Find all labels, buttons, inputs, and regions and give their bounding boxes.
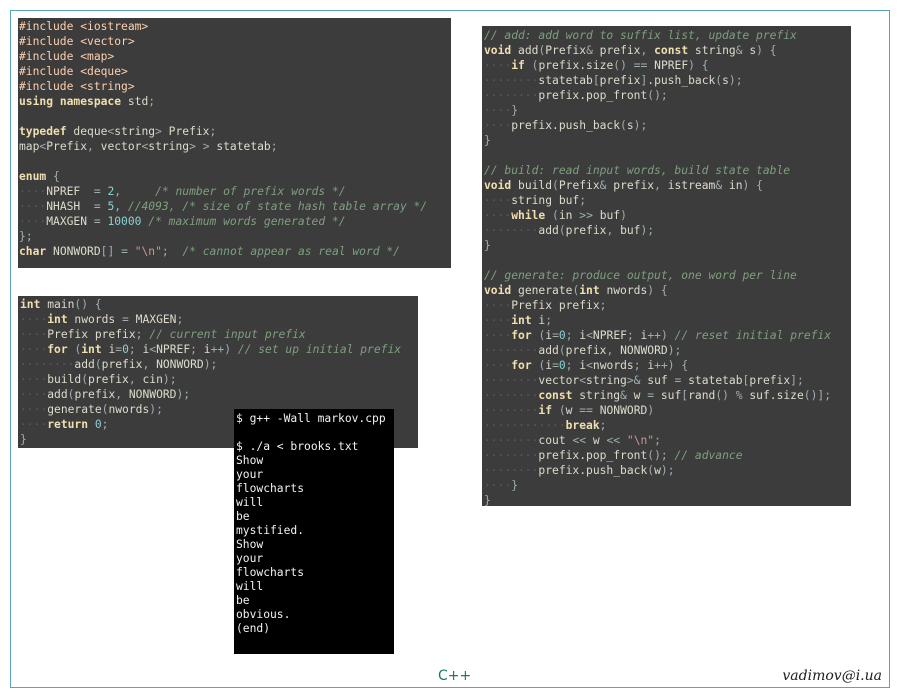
code-line: ········cout << w << "\n"; [484, 434, 661, 447]
code-line: ········prefix.pop_front(); [484, 89, 668, 102]
code-line: Show [236, 454, 264, 467]
code-line: int main() { [20, 298, 102, 311]
code-line: $ ./a < brooks.txt [236, 440, 359, 453]
code-line: $ g++ -Wall markov.cpp [236, 412, 386, 425]
terminal-listing: $ g++ -Wall markov.cpp $ ./a < brooks.txt… [236, 412, 394, 636]
code-line: } [484, 494, 491, 506]
author-email: vadimov@i.ua [782, 668, 882, 684]
code-line: #include <string> [19, 80, 135, 93]
code-line: ········if (w == NONWORD) [484, 404, 655, 417]
code-line: ········statetab[prefix].push_back(s); [484, 74, 743, 87]
code-line: ····while (in >> buf) [484, 209, 627, 222]
code-line: ············break; [484, 419, 607, 432]
code-line: your [236, 468, 264, 481]
code-line: #include <iostream> [19, 20, 149, 33]
code-line: void build(Prefix& prefix, istream& in) … [484, 179, 763, 192]
code-line: ····Prefix prefix; // current input pref… [20, 328, 306, 341]
code-line: ····NPREF = 2, /* number of prefix words… [19, 185, 346, 198]
code-line: ····build(prefix, cin); [20, 373, 177, 386]
code-line: ········add(prefix, NONWORD); [20, 358, 218, 371]
code-line: will [236, 580, 264, 593]
code-listing-includes: #include <iostream> #include <vector> #inc… [18, 18, 451, 259]
language-label: C++ [438, 668, 472, 684]
code-line: flowcharts [236, 566, 305, 579]
code-panel-functions: // add: add word to suffix list, update … [482, 26, 851, 506]
code-line: your [236, 552, 264, 565]
code-line: char NONWORD[] = "\n"; /* cannot appear … [19, 245, 400, 258]
code-line: // add: add word to suffix list, update … [484, 29, 797, 42]
code-line: mystified. [236, 524, 305, 537]
code-line: }; [19, 230, 33, 243]
code-line: ····if (prefix.size() == NPREF) { [484, 59, 709, 72]
code-line: be [236, 594, 250, 607]
code-line: ····Prefix prefix; [484, 299, 607, 312]
code-line: ········prefix.push_back(w); [484, 464, 675, 477]
code-line: ········prefix.pop_front(); // advance [484, 449, 743, 462]
code-line: typedef deque<string> Prefix; [19, 125, 217, 138]
code-line: ····add(prefix, NONWORD); [20, 388, 191, 401]
code-line: ····for (i=0; i<nwords; i++) { [484, 359, 689, 372]
code-listing-functions: // add: add word to suffix list, update … [482, 26, 851, 506]
code-line: ········add(prefix, NONWORD); [484, 344, 682, 357]
code-line: using namespace std; [19, 95, 156, 108]
code-line: enum { [19, 170, 60, 183]
code-line: ····for (int i=0; i<NPREF; i++) // set u… [20, 343, 402, 356]
code-line: ········vector<string>& suf = statetab[p… [484, 374, 804, 387]
code-line: ····} [484, 479, 519, 492]
terminal-output: $ g++ -Wall markov.cpp $ ./a < brooks.txt… [234, 409, 394, 654]
code-line: #include <deque> [19, 65, 128, 78]
code-line: // generate: produce output, one word pe… [484, 269, 797, 282]
code-line: } [484, 239, 491, 252]
code-line: ····NHASH = 5, //4093, /* size of state … [19, 200, 428, 213]
code-line: map<Prefix, vector<string> > statetab; [19, 140, 278, 153]
code-line: ····int i; [484, 314, 553, 327]
code-line: #include <vector> [19, 35, 135, 48]
code-panel-includes: #include <iostream> #include <vector> #inc… [18, 18, 451, 268]
code-line: void generate(int nwords) { [484, 284, 668, 297]
code-line: flowcharts [236, 482, 305, 495]
code-line: ····prefix.push_back(s); [484, 119, 648, 132]
code-line: ····string buf; [484, 194, 587, 207]
code-line: #include <map> [19, 50, 115, 63]
code-line: // build: read input words, build state … [484, 164, 791, 177]
code-line: will [236, 496, 264, 509]
code-line: } [484, 134, 491, 147]
code-line: void add(Prefix& prefix, const string& s… [484, 44, 777, 57]
code-line: ········const string& w = suf[rand() % s… [484, 389, 832, 402]
code-line: obvious. [236, 608, 291, 621]
code-line: ········add(prefix, buf); [484, 224, 655, 237]
code-line: (end) [236, 622, 271, 635]
code-line: ····MAXGEN = 10000 /* maximum words gene… [19, 215, 346, 228]
code-line: ····for (i=0; i<NPREF; i++) // reset ini… [484, 329, 832, 342]
code-line: be [236, 510, 250, 523]
code-line: Show [236, 538, 264, 551]
code-line: ····} [484, 104, 519, 117]
code-line: ····int nwords = MAXGEN; [20, 313, 184, 326]
